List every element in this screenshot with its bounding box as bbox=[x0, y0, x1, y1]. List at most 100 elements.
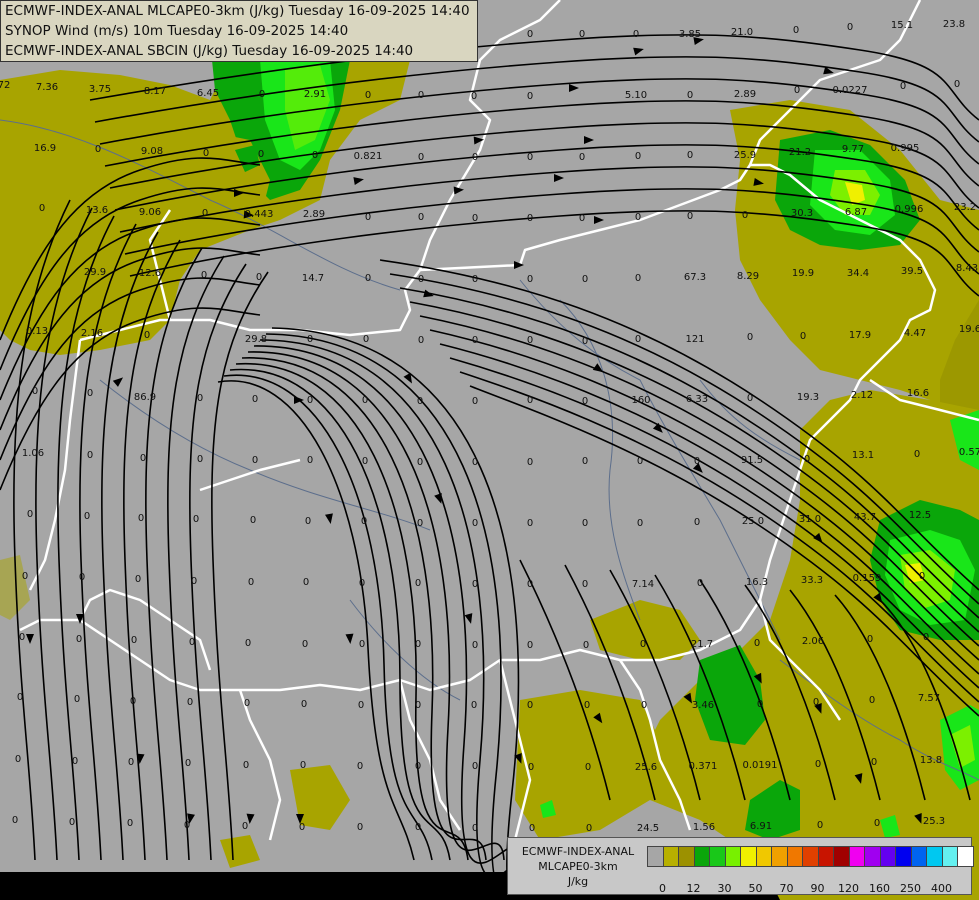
sbcin-value-label: 0 bbox=[130, 696, 136, 707]
legend-tick-label: 120 bbox=[838, 882, 859, 895]
sbcin-value-label: 0 bbox=[361, 516, 367, 527]
sbcin-value-label: 9.77 bbox=[842, 144, 864, 155]
sbcin-value-label: 121 bbox=[685, 334, 704, 345]
legend-swatch bbox=[802, 846, 819, 867]
sbcin-value-label: 0 bbox=[12, 815, 18, 826]
sbcin-value-label: 0 bbox=[583, 640, 589, 651]
sbcin-value-label: 0 bbox=[417, 457, 423, 468]
sbcin-value-label: 0 bbox=[472, 396, 478, 407]
sbcin-value-label: 0 bbox=[418, 212, 424, 223]
legend-swatch bbox=[879, 846, 897, 867]
sbcin-value-label: 0 bbox=[954, 79, 960, 90]
sbcin-value-label: 30.3 bbox=[791, 208, 813, 219]
sbcin-value-label: 29.8 bbox=[245, 334, 267, 345]
sbcin-value-label: 0 bbox=[362, 456, 368, 467]
legend-swatch bbox=[786, 846, 804, 867]
sbcin-value-label: 0 bbox=[305, 516, 311, 527]
legend-tick-label: 160 bbox=[869, 882, 890, 895]
sbcin-value-label: 0 bbox=[579, 213, 585, 224]
sbcin-value-label: 14.7 bbox=[302, 273, 324, 284]
sbcin-value-label: 0 bbox=[914, 449, 920, 460]
legend-tick-label: 250 bbox=[900, 882, 921, 895]
sbcin-value-label: 13.1 bbox=[852, 450, 874, 461]
sbcin-value-label: 0 bbox=[418, 274, 424, 285]
sbcin-value-label: 0 bbox=[472, 152, 478, 163]
sbcin-value-label: 0.0227 bbox=[833, 85, 868, 96]
sbcin-value-label: 3.75 bbox=[89, 84, 111, 95]
sbcin-value-label: 0 bbox=[694, 517, 700, 528]
sbcin-value-label: 8.43 bbox=[956, 263, 978, 274]
weather-map: 7.36 3.75 8.17 6.45 0 2.91 0 0 0 0 5.10 0 2.89 0 0.022… bbox=[0, 0, 979, 900]
sbcin-value-label: 25.9 bbox=[734, 150, 756, 161]
sbcin-value-label: 21.0 bbox=[731, 27, 753, 38]
legend-variable: MLCAPE0-3km bbox=[538, 860, 618, 873]
legend-tick-label: 50 bbox=[748, 882, 763, 895]
sbcin-value-label: 160 bbox=[631, 395, 650, 406]
sbcin-value-label: 34.4 bbox=[847, 268, 869, 279]
sbcin-value-label: 0 bbox=[579, 152, 585, 163]
sbcin-value-label: 0 bbox=[471, 91, 477, 102]
sbcin-value-label: 0 bbox=[527, 152, 533, 163]
sbcin-value-label: 0 bbox=[527, 457, 533, 468]
sbcin-value-label: 6.91 bbox=[750, 821, 772, 832]
legend-swatch bbox=[957, 846, 974, 867]
sbcin-value-label: 2.06 bbox=[802, 636, 824, 647]
legend-swatch bbox=[678, 846, 695, 867]
legend-swatch bbox=[848, 846, 866, 867]
legend-title: ECMWF-INDEX-ANAL bbox=[521, 845, 635, 858]
sbcin-value-label: 0 bbox=[472, 213, 478, 224]
sbcin-value-label: 0 bbox=[635, 273, 641, 284]
sbcin-value-label: 0 bbox=[923, 632, 929, 643]
sbcin-value-label: 0 bbox=[817, 820, 823, 831]
legend-tick-label: 400 bbox=[931, 882, 952, 895]
sbcin-value-label: 0 bbox=[641, 700, 647, 711]
sbcin-value-label: 0 bbox=[793, 25, 799, 36]
sbcin-value-label: 0 bbox=[471, 700, 477, 711]
sbcin-value-label: 0 bbox=[472, 274, 478, 285]
legend-swatch bbox=[910, 846, 928, 867]
sbcin-value-label: 67.3 bbox=[684, 272, 706, 283]
sbcin-value-label: 0 bbox=[582, 579, 588, 590]
sbcin-value-label: 0 bbox=[527, 395, 533, 406]
sbcin-value-label: 0 bbox=[144, 330, 150, 341]
legend-label: ECMWF-INDEX-ANAL MLCAPE0-3km J/kg bbox=[512, 844, 644, 889]
sbcin-value-label: 9.08 bbox=[141, 146, 163, 157]
sbcin-value-label: 0 bbox=[804, 454, 810, 465]
sbcin-value-label: 86.9 bbox=[134, 392, 156, 403]
sbcin-value-label: 3.46 bbox=[692, 700, 714, 711]
sbcin-value-label: 0.996 bbox=[895, 204, 924, 215]
sbcin-value-label: 0 bbox=[307, 334, 313, 345]
sbcin-value-label: 0 bbox=[527, 518, 533, 529]
sbcin-value-label: 0 bbox=[303, 577, 309, 588]
sbcin-value-label: 9.06 bbox=[139, 207, 161, 218]
sbcin-value-label: 16.3 bbox=[746, 577, 768, 588]
sbcin-value-label: 0 bbox=[252, 394, 258, 405]
sbcin-value-label: 0 bbox=[19, 632, 25, 643]
sbcin-value-label: 0 bbox=[365, 273, 371, 284]
sbcin-value-label: 0 bbox=[847, 22, 853, 33]
sbcin-value-label: 0 bbox=[418, 335, 424, 346]
sbcin-value-label: 72 bbox=[0, 80, 10, 91]
legend-swatch bbox=[864, 846, 881, 867]
sbcin-value-label: 0 bbox=[527, 640, 533, 651]
sbcin-value-label: 0 bbox=[585, 762, 591, 773]
sbcin-value-label: 0 bbox=[415, 639, 421, 650]
sbcin-value-label: 0 bbox=[365, 212, 371, 223]
sbcin-value-label: 0 bbox=[867, 634, 873, 645]
sbcin-value-label: 6.45 bbox=[197, 88, 219, 99]
legend-swatch bbox=[817, 846, 835, 867]
legend-swatch bbox=[833, 846, 850, 867]
sbcin-value-label: 0 bbox=[191, 576, 197, 587]
sbcin-value-label: 24.5 bbox=[637, 823, 659, 834]
sbcin-value-label: 6.33 bbox=[686, 394, 708, 405]
sbcin-value-label: 0 bbox=[84, 511, 90, 522]
legend-tick-label: 70 bbox=[779, 882, 794, 895]
sbcin-value-label: 0 bbox=[359, 639, 365, 650]
sbcin-value-label: 0 bbox=[527, 579, 533, 590]
sbcin-value-label: 0 bbox=[72, 756, 78, 767]
sbcin-value-label: 0 bbox=[527, 91, 533, 102]
sbcin-value-label: 0 bbox=[687, 211, 693, 222]
sbcin-value-label: 0 bbox=[586, 823, 592, 834]
sbcin-value-label: 0 bbox=[747, 393, 753, 404]
sbcin-value-label: 0 bbox=[582, 456, 588, 467]
